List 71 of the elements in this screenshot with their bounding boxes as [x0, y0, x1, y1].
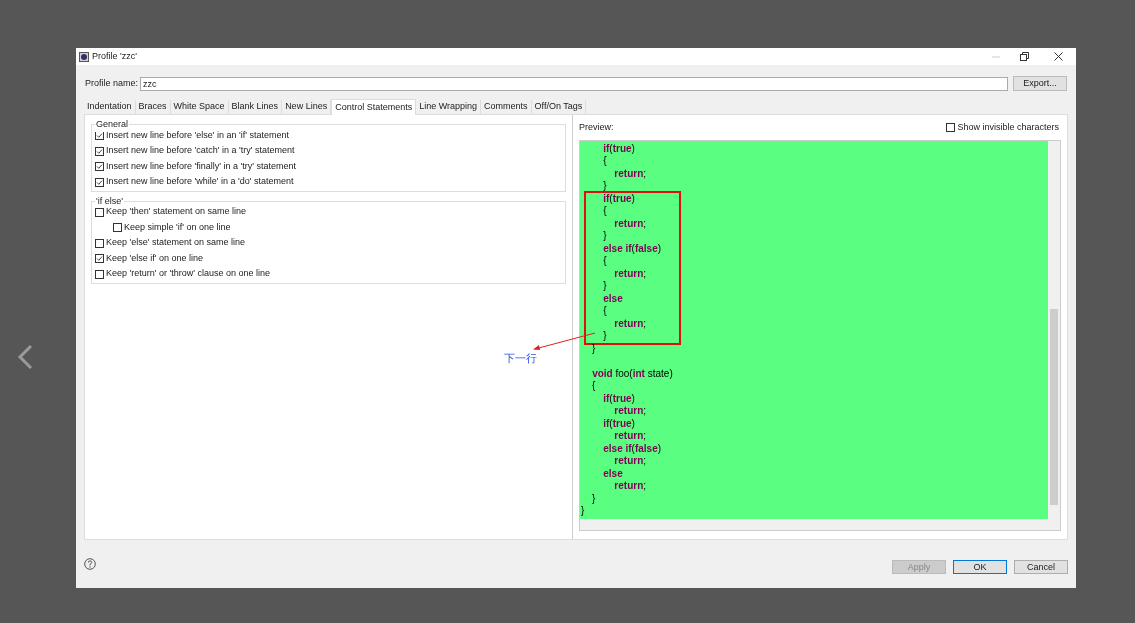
code-line: { — [591, 380, 597, 393]
tab[interactable]: Line Wrapping — [416, 100, 482, 114]
code-line: else — [602, 292, 624, 305]
checkbox[interactable] — [946, 123, 956, 133]
code-line: else — [602, 467, 624, 480]
code-line: } — [602, 330, 608, 343]
annotation-arrow — [531, 331, 597, 352]
checkbox[interactable] — [95, 146, 104, 156]
dialog-button[interactable]: Cancel — [1014, 560, 1068, 574]
preview-label: Preview: — [579, 121, 614, 134]
scrollbar-thumb[interactable] — [1050, 308, 1058, 505]
checkbox[interactable] — [95, 131, 104, 140]
code-line: } — [602, 230, 608, 243]
checkbox[interactable] — [95, 269, 104, 279]
profile-name-field[interactable]: zzc — [140, 76, 1008, 91]
group-title: General — [95, 118, 130, 132]
code-line: } — [591, 342, 597, 355]
code-line: { — [602, 205, 608, 218]
tab[interactable]: Control Statements — [331, 99, 417, 115]
export-button[interactable]: Export... — [1013, 76, 1067, 91]
checkbox[interactable] — [113, 223, 122, 232]
code-line: return; — [613, 430, 648, 443]
code-line: if(true) — [602, 142, 636, 155]
tab[interactable]: Indentation — [84, 100, 136, 114]
annotation-text: 下一行 — [504, 351, 537, 367]
tab[interactable]: White Space — [170, 100, 229, 114]
code-line: } — [591, 492, 597, 505]
checkbox-label: Show invisible characters — [957, 121, 1059, 134]
checkbox-label: Insert new line before 'catch' in a 'try' statement — [106, 144, 295, 158]
code-line: return; — [613, 405, 648, 418]
checkbox-label: Keep 'else if' on one line — [106, 251, 203, 265]
code-line: if(true) — [602, 392, 636, 405]
checkbox[interactable] — [95, 238, 104, 248]
code-line: else if(false) — [602, 442, 663, 455]
code-line: } — [602, 280, 608, 293]
checkbox-label: Insert new line before 'finally' in a 'try' statement — [106, 159, 296, 173]
restore-icon[interactable] — [1020, 52, 1029, 61]
code-line: return; — [613, 455, 648, 468]
checkbox-label: Keep 'return' or 'throw' clause on one line — [106, 267, 270, 281]
code-line: return; — [613, 480, 648, 493]
window-title: Profile 'zzc' — [92, 49, 137, 63]
checkbox-label: Keep 'then' statement on same line — [106, 205, 247, 219]
code-line: else if(false) — [602, 242, 663, 255]
code-line: if(true) — [602, 417, 636, 430]
code-line: { — [602, 155, 608, 168]
checkbox[interactable] — [95, 254, 104, 263]
checkbox[interactable] — [95, 207, 104, 217]
checkbox-label: Insert new line before 'while' in a 'do' statement — [106, 175, 294, 189]
tab[interactable]: New Lines — [282, 100, 332, 114]
code-line: { — [602, 305, 608, 318]
tab[interactable]: Comments — [481, 100, 532, 114]
app-icon — [79, 51, 89, 62]
code-line: return; — [613, 217, 648, 230]
help-icon[interactable] — [84, 558, 96, 570]
code-line: void foo(int state) — [591, 367, 674, 380]
code-line: } — [580, 505, 586, 518]
checkbox-label: Keep 'else' statement on same line — [106, 236, 246, 250]
vertical-scrollbar[interactable] — [1048, 140, 1060, 519]
checkbox[interactable] — [95, 177, 104, 187]
code-line: return; — [613, 317, 648, 330]
tab[interactable]: Off/On Tags — [531, 100, 587, 114]
code-line: { — [602, 255, 608, 268]
checkbox-label: Keep simple 'if' on one line — [124, 220, 231, 234]
close-icon[interactable] — [1054, 52, 1063, 61]
profile-name-label: Profile name: — [85, 76, 139, 90]
dialog-button[interactable]: OK — [953, 560, 1007, 574]
checkbox[interactable] — [95, 162, 104, 171]
code-line: return; — [613, 267, 648, 280]
code-line: if(true) — [602, 192, 636, 205]
code-line: } — [602, 180, 608, 193]
code-line: return; — [613, 167, 648, 180]
